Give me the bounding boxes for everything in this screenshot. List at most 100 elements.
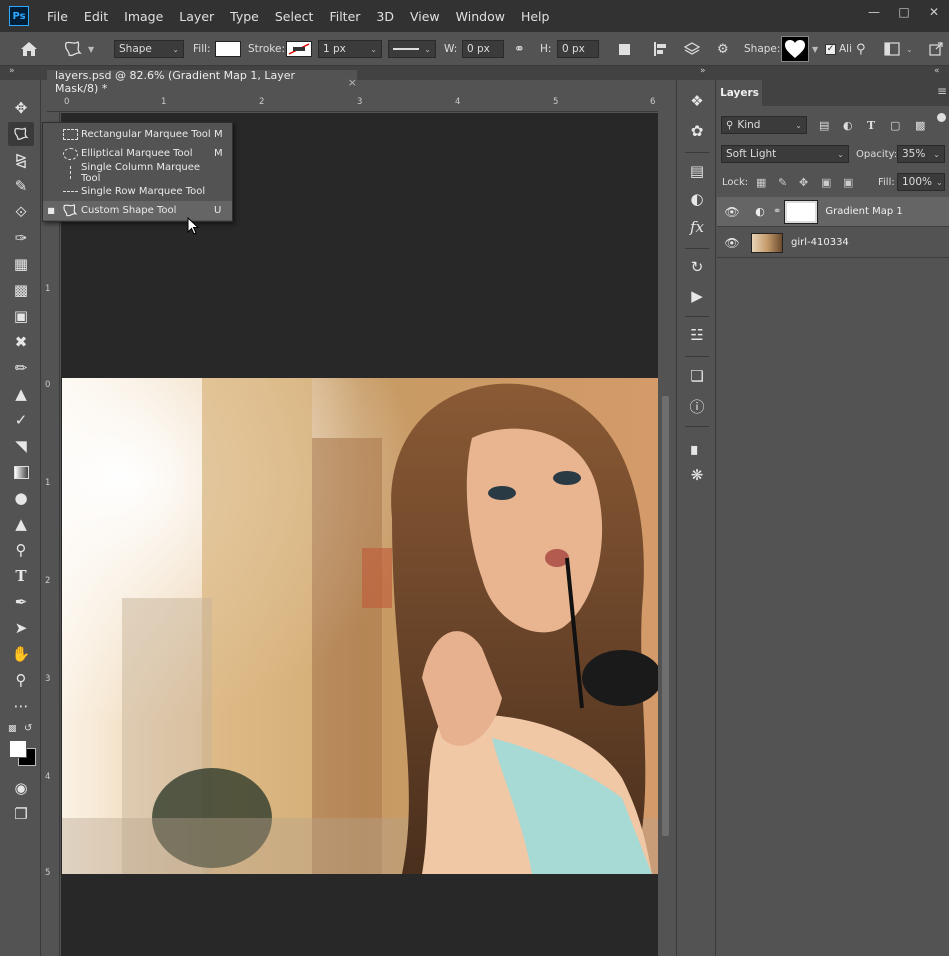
document-tab[interactable]: layers.psd @ 82.6% (Gradient Map 1, Laye… <box>47 69 357 95</box>
gear-icon[interactable]: ⚙ <box>717 42 729 57</box>
default-colors-icon[interactable]: ▩ <box>8 724 17 734</box>
histogram-panel-button[interactable]: ▖ <box>686 435 708 457</box>
search-icon[interactable]: ⚲ <box>856 42 866 57</box>
custom-shape-tool[interactable] <box>8 122 34 146</box>
path-operations-icon[interactable] <box>619 43 630 55</box>
flyout-item-rectangular-marquee[interactable]: Rectangular Marquee Tool M <box>43 125 232 144</box>
flyout-item-elliptical-marquee[interactable]: Elliptical Marquee Tool M <box>43 144 232 163</box>
flyout-item-single-row-marquee[interactable]: Single Row Marquee Tool <box>43 182 232 201</box>
libraries-panel-button[interactable]: ▤ <box>686 160 708 182</box>
layer-row-girl[interactable]: 👁 girl-410334 <box>717 228 949 258</box>
lock-artboard-icon[interactable]: ▣ <box>821 176 831 189</box>
quick-selection-tool[interactable]: ✎ <box>8 174 34 198</box>
type-filter-icon[interactable]: T <box>867 119 875 132</box>
brush-tool[interactable]: ▩ <box>8 278 34 302</box>
scrollbar-thumb[interactable] <box>662 396 669 836</box>
flyout-item-custom-shape[interactable]: ■ Custom Shape Tool U <box>43 201 232 220</box>
eye-icon[interactable]: 👁 <box>717 205 747 219</box>
screen-mode-button[interactable]: ❐ <box>8 802 34 826</box>
crop-tool[interactable]: ⟐ <box>8 200 34 224</box>
close-document-icon[interactable]: × <box>348 76 357 89</box>
info-panel-button[interactable]: ⓘ <box>686 395 708 417</box>
stroke-width-field[interactable]: 1 px ⌄ <box>318 40 382 58</box>
spot-healing-tool[interactable]: ▦ <box>8 252 34 276</box>
gradient-tool[interactable] <box>8 460 34 484</box>
menu-window[interactable]: Window <box>448 9 513 24</box>
menu-3d[interactable]: 3D <box>368 9 402 24</box>
filter-toggle-icon[interactable] <box>937 113 946 122</box>
blur-tool[interactable]: ● <box>8 486 34 510</box>
menu-edit[interactable]: Edit <box>76 9 116 24</box>
menu-layer[interactable]: Layer <box>171 9 222 24</box>
chain-link-icon[interactable]: ⚭ <box>773 206 781 217</box>
adjustment-filter-icon[interactable]: ◐ <box>843 119 853 132</box>
tab-layers[interactable]: Layers <box>717 80 762 106</box>
path-arrangement-icon[interactable] <box>683 41 701 57</box>
dodge-tool[interactable]: ⚲ <box>8 538 34 562</box>
eyedropper-tool[interactable]: ✑ <box>8 226 34 250</box>
stroke-type-select[interactable]: ⌄ <box>388 40 436 58</box>
channels-panel-button[interactable]: ✿ <box>686 120 708 142</box>
stroke-swatch[interactable] <box>286 41 312 57</box>
quick-mask-button[interactable]: ◉ <box>8 776 34 800</box>
styles-panel-button[interactable]: fx <box>686 216 708 238</box>
document-image[interactable] <box>62 378 658 874</box>
eye-icon[interactable]: 👁 <box>717 236 747 250</box>
collapse-panels-icon[interactable]: « <box>934 66 940 76</box>
share-icon[interactable] <box>928 41 944 57</box>
clone-stamp-tool[interactable]: ▣ <box>8 304 34 328</box>
workspace-icon[interactable] <box>884 42 900 56</box>
swap-colors-icon[interactable]: ↺ <box>24 723 32 734</box>
opacity-field[interactable]: 35% ⌄ <box>897 145 945 163</box>
link-icon[interactable]: ⚭ <box>514 42 525 57</box>
shape-filter-icon[interactable]: ▢ <box>890 119 900 132</box>
blend-mode-select[interactable]: Soft Light ⌄ <box>721 145 849 163</box>
layer-row-gradient-map[interactable]: 👁 ◐ ⚭ Gradient Map 1 <box>717 197 949 227</box>
home-button[interactable] <box>20 39 38 59</box>
pencil-tool[interactable]: ✏ <box>8 356 34 380</box>
menu-select[interactable]: Select <box>267 9 322 24</box>
clone-source-panel-button[interactable]: ☳ <box>686 324 708 346</box>
layer-filter-select[interactable]: ⚲ Kind ⌄ <box>721 116 807 134</box>
history-brush-tool[interactable]: ✖ <box>8 330 34 354</box>
actions-panel-button[interactable]: ▶ <box>686 285 708 307</box>
panel-menu-icon[interactable]: ≡ <box>937 84 947 98</box>
flyout-item-single-column-marquee[interactable]: Single Column Marquee Tool <box>43 162 232 184</box>
navigator-panel-button[interactable]: ❋ <box>686 464 708 486</box>
eraser-tool[interactable]: ◥ <box>8 434 34 458</box>
shape-mode-select[interactable]: Shape ⌄ <box>114 40 184 58</box>
move-tool[interactable]: ✥ <box>8 96 34 120</box>
history-panel-button[interactable]: ↻ <box>686 256 708 278</box>
art-history-tool[interactable]: ✓ <box>8 408 34 432</box>
shape-picker[interactable] <box>781 36 809 62</box>
menu-help[interactable]: Help <box>513 9 558 24</box>
tool-preset-picker[interactable]: ▼ <box>62 39 94 59</box>
3d-panel-button[interactable]: ❏ <box>686 365 708 387</box>
vertical-scrollbar[interactable] <box>658 96 673 956</box>
type-tool[interactable]: T <box>8 564 34 588</box>
width-field[interactable]: 0 px <box>462 40 504 58</box>
lock-transparent-icon[interactable]: ▦ <box>756 176 766 189</box>
adjustments-panel-button[interactable]: ◐ <box>686 188 708 210</box>
menu-filter[interactable]: Filter <box>321 9 368 24</box>
fill-field[interactable]: 100% ⌄ <box>897 173 945 191</box>
stamp-tool[interactable]: ▲ <box>8 382 34 406</box>
collapse-icons-icon[interactable]: » <box>700 66 706 76</box>
align-edges-checkbox[interactable]: ✓ <box>825 43 836 55</box>
menu-image[interactable]: Image <box>116 9 171 24</box>
minimize-button[interactable]: — <box>859 0 889 24</box>
lock-position-icon[interactable]: ✥ <box>799 176 808 189</box>
layer-mask-thumbnail[interactable] <box>784 199 819 224</box>
smart-object-filter-icon[interactable]: ▩ <box>915 119 925 132</box>
pen-tool[interactable]: ✒ <box>8 590 34 614</box>
lock-all-icon[interactable]: ▣ <box>843 176 853 189</box>
menu-view[interactable]: View <box>402 9 448 24</box>
lasso-tool[interactable]: ⧎ <box>8 148 34 172</box>
menu-file[interactable]: File <box>39 9 76 24</box>
maximize-button[interactable]: □ <box>889 0 919 24</box>
more-tools[interactable]: ⋯ <box>8 694 34 718</box>
close-window-button[interactable]: ✕ <box>919 0 949 24</box>
path-selection-tool[interactable]: ➤ <box>8 616 34 640</box>
height-field[interactable]: 0 px <box>557 40 599 58</box>
path-alignment-icon[interactable] <box>652 41 668 57</box>
